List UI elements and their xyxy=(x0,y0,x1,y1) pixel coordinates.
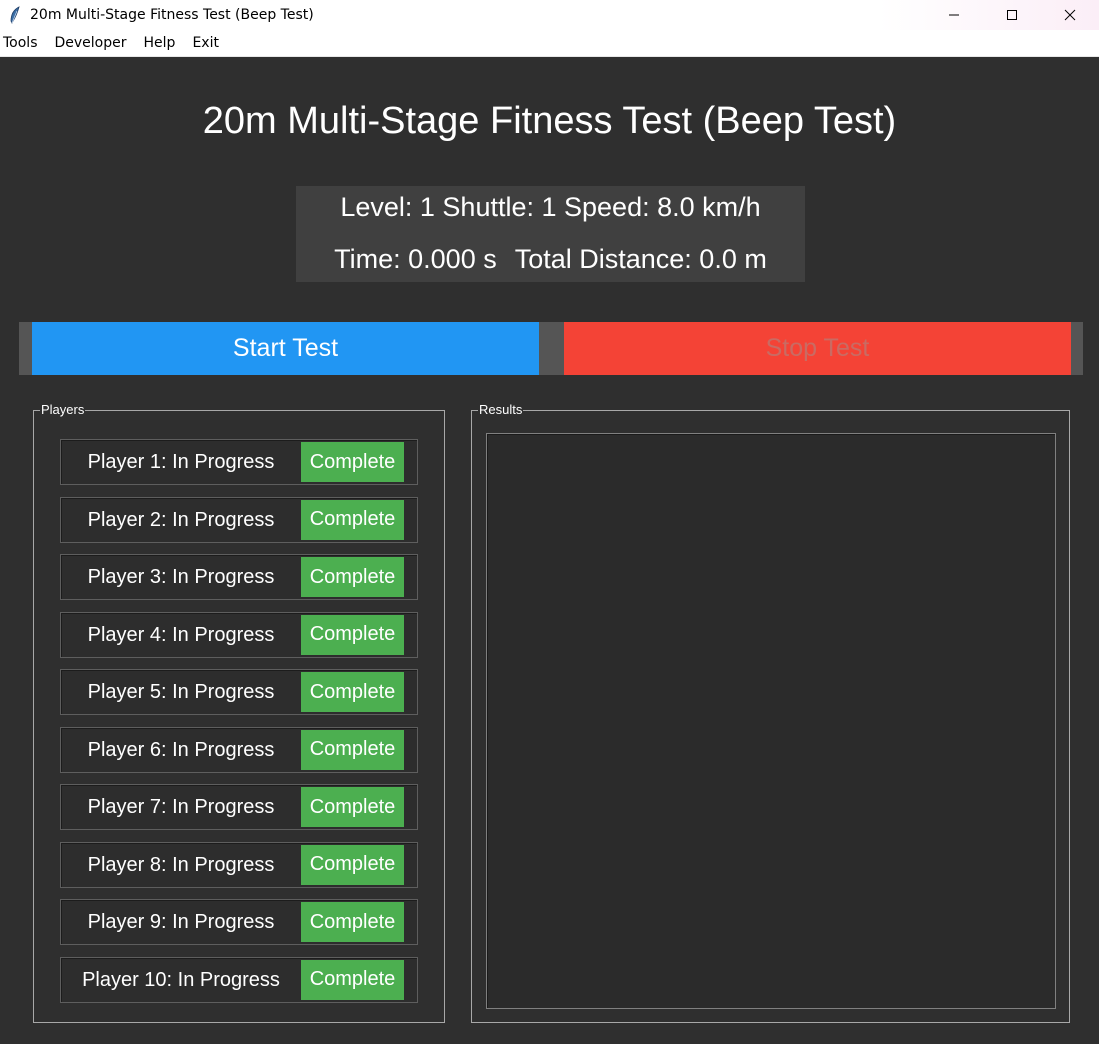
player-status-label: Player 8: In Progress xyxy=(87,853,275,876)
complete-button[interactable]: Complete xyxy=(301,557,404,597)
player-row: Player 5: In Progress Complete xyxy=(60,669,418,715)
status-panel: Level: 1 Shuttle: 1 Speed: 8.0 km/h Time… xyxy=(296,186,805,282)
player-row: Player 9: In Progress Complete xyxy=(60,899,418,945)
stop-test-button[interactable]: Stop Test xyxy=(564,322,1071,375)
results-frame-label: Results xyxy=(478,402,524,418)
distance-label: Total Distance: 0.0 m xyxy=(514,244,767,274)
complete-button[interactable]: Complete xyxy=(301,787,404,827)
player-row: Player 7: In Progress Complete xyxy=(60,784,418,830)
complete-button[interactable]: Complete xyxy=(301,442,404,482)
close-button[interactable] xyxy=(1041,0,1099,30)
feather-icon xyxy=(0,0,30,30)
player-status-label: Player 2: In Progress xyxy=(87,508,275,531)
menu-exit[interactable]: Exit xyxy=(192,35,219,51)
start-test-button[interactable]: Start Test xyxy=(32,322,539,375)
page-title: 20m Multi-Stage Fitness Test (Beep Test) xyxy=(202,100,897,142)
complete-button[interactable]: Complete xyxy=(301,844,404,885)
complete-button[interactable]: Complete xyxy=(301,902,404,942)
player-status-label: Player 3: In Progress xyxy=(87,566,275,588)
complete-button[interactable]: Complete xyxy=(301,499,404,540)
player-status-label: Player 4: In Progress xyxy=(87,623,275,646)
player-row: Player 1: In Progress Complete xyxy=(60,439,418,485)
maximize-button[interactable] xyxy=(983,0,1041,30)
time-distance-line: Time: 0.000 s Total Distance: 0.0 m xyxy=(296,244,805,275)
time-label: Time: 0.000 s xyxy=(334,244,497,274)
player-status-label: Player 5: In Progress xyxy=(87,681,275,703)
menu-tools[interactable]: Tools xyxy=(3,35,38,51)
player-status-label: Player 10: In Progress xyxy=(82,968,280,991)
menu-bar: Tools Developer Help Exit xyxy=(0,30,1099,57)
player-row: Player 2: In Progress Complete xyxy=(60,496,418,543)
players-frame: Players Player 1: In Progress Complete Pla… xyxy=(33,402,445,1023)
player-row: Player 4: In Progress Complete xyxy=(60,611,418,658)
results-text-area[interactable] xyxy=(486,433,1056,1009)
player-status-label: Player 1: In Progress xyxy=(87,451,275,473)
player-row: Player 6: In Progress Complete xyxy=(60,726,418,773)
menu-help[interactable]: Help xyxy=(144,35,176,51)
player-row: Player 10: In Progress Complete xyxy=(60,956,418,1003)
complete-button[interactable]: Complete xyxy=(301,672,404,712)
menu-developer[interactable]: Developer xyxy=(55,35,127,51)
player-row: Player 3: In Progress Complete xyxy=(60,554,418,600)
results-frame: Results xyxy=(471,402,1070,1023)
minimize-button[interactable] xyxy=(925,0,983,30)
control-bar: Start Test Stop Test xyxy=(19,322,1083,375)
complete-button[interactable]: Complete xyxy=(301,614,404,655)
complete-button[interactable]: Complete xyxy=(301,729,404,770)
complete-button[interactable]: Complete xyxy=(301,959,404,1000)
players-frame-label: Players xyxy=(40,402,86,418)
title-bar: 20m Multi-Stage Fitness Test (Beep Test) xyxy=(0,0,1099,30)
player-status-label: Player 7: In Progress xyxy=(87,796,275,818)
player-status-label: Player 6: In Progress xyxy=(87,738,275,761)
window-title: 20m Multi-Stage Fitness Test (Beep Test) xyxy=(30,7,314,23)
player-status-label: Player 9: In Progress xyxy=(87,911,275,933)
level-shuttle-speed-label: Level: 1 Shuttle: 1 Speed: 8.0 km/h xyxy=(340,192,761,222)
player-row: Player 8: In Progress Complete xyxy=(60,841,418,888)
